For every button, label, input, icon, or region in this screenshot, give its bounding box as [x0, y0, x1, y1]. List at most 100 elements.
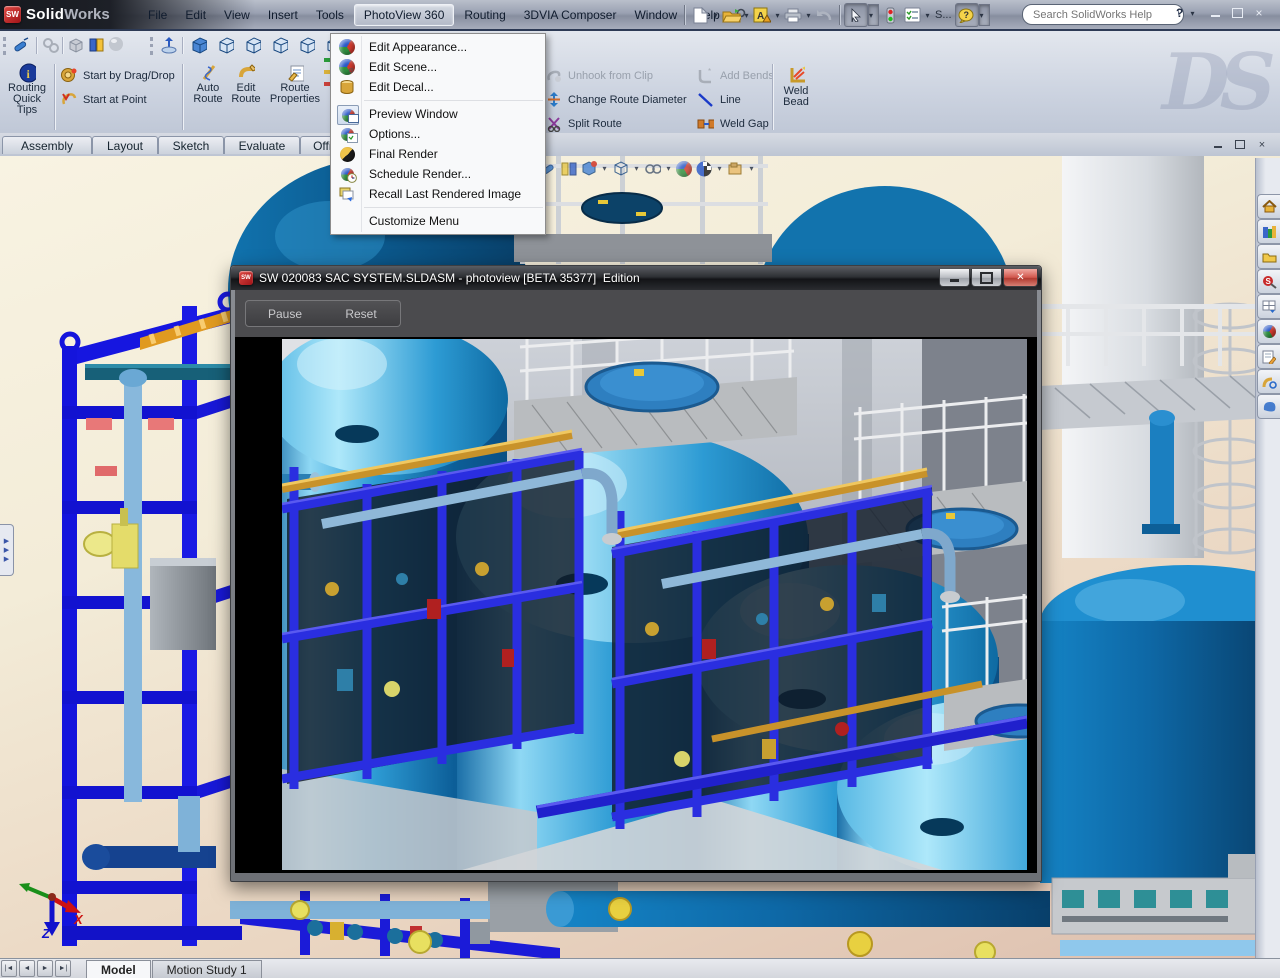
menu-item-edit-decal[interactable]: Edit Decal...: [331, 77, 545, 97]
tab-layout[interactable]: Layout: [92, 136, 158, 154]
change-route-diameter-button[interactable]: Change Route Diameter: [545, 91, 687, 108]
menu-routing[interactable]: Routing: [456, 4, 513, 26]
help-balloon-icon[interactable]: ?: [955, 3, 979, 27]
start-at-point-button[interactable]: Start at Point: [60, 91, 147, 108]
tab-motion-study-1[interactable]: Motion Study 1: [152, 960, 262, 978]
menu-item-schedule-render[interactable]: Schedule Render...: [331, 164, 545, 184]
task-tab-forum-icon[interactable]: [1257, 394, 1280, 419]
menu-insert[interactable]: Insert: [260, 4, 306, 26]
tab-model[interactable]: Model: [86, 960, 151, 978]
swap-gears-icon[interactable]: [42, 36, 59, 53]
preview-minimize-button[interactable]: [939, 269, 970, 287]
view-top-icon[interactable]: [298, 36, 315, 53]
undo-icon[interactable]: [813, 4, 835, 26]
sphere-icon[interactable]: [108, 36, 125, 53]
tab-evaluate[interactable]: Evaluate: [224, 136, 300, 154]
menu-item-preview-window[interactable]: Preview Window: [331, 104, 545, 124]
menu-item-options[interactable]: Options...: [331, 124, 545, 144]
rebuild-traffic-light-icon[interactable]: [879, 4, 901, 26]
camera-view-caret[interactable]: ▾: [747, 164, 756, 173]
menu-file[interactable]: File: [140, 4, 175, 26]
tab-sketch[interactable]: Sketch: [158, 136, 224, 154]
add-bends-button[interactable]: * Add Bends: [697, 67, 774, 84]
normal-to-icon[interactable]: [160, 36, 177, 53]
preview-maximize-button[interactable]: [971, 269, 1002, 287]
view-orientation-caret[interactable]: ▾: [600, 164, 609, 173]
view-left-icon[interactable]: [244, 36, 261, 53]
auto-route-button[interactable]: Auto Route: [188, 64, 228, 105]
task-tab-view-palette-icon[interactable]: [1257, 294, 1280, 319]
overflow-label[interactable]: S...: [932, 9, 955, 21]
shaded-cube-icon[interactable]: [67, 36, 84, 53]
view-right-icon[interactable]: [271, 36, 288, 53]
print-caret[interactable]: ▾: [804, 11, 813, 20]
routing-quick-tips-button[interactable]: i Routing Quick Tips: [4, 64, 50, 116]
appearances-icon[interactable]: [676, 161, 692, 177]
document-close-button[interactable]: ×: [1252, 137, 1272, 152]
menu-edit[interactable]: Edit: [177, 4, 214, 26]
options-caret[interactable]: ▾: [923, 11, 932, 20]
menu-view[interactable]: View: [216, 4, 258, 26]
publish-caret[interactable]: ▾: [773, 11, 782, 20]
new-document-icon[interactable]: [689, 4, 711, 26]
publish-edrawings-icon[interactable]: A: [751, 4, 773, 26]
display-style-caret[interactable]: ▾: [632, 164, 641, 173]
weld-bead-button[interactable]: Weld Bead: [776, 67, 816, 108]
scene-icon[interactable]: [695, 160, 712, 177]
edit-route-button[interactable]: Edit Route: [226, 64, 266, 105]
print-icon[interactable]: [782, 4, 804, 26]
tab-scroll-first-button[interactable]: |◄: [1, 960, 17, 977]
options-icon[interactable]: [901, 4, 923, 26]
window-minimize-button[interactable]: [1204, 5, 1226, 21]
menu-window[interactable]: Window: [626, 4, 685, 26]
open-document-icon[interactable]: [720, 4, 742, 26]
section-view-icon[interactable]: [560, 160, 577, 177]
new-document-caret[interactable]: ▾: [711, 11, 720, 20]
help-caret[interactable]: ▾: [1188, 9, 1197, 18]
menu-tools[interactable]: Tools: [308, 4, 352, 26]
measure-icon[interactable]: [88, 36, 105, 53]
open-document-caret[interactable]: ▾: [742, 11, 751, 20]
menu-item-final-render[interactable]: Final Render: [331, 144, 545, 164]
view-orientation-icon[interactable]: [580, 160, 597, 177]
select-arrow-icon[interactable]: [844, 3, 868, 27]
menu-item-customize-menu[interactable]: Customize Menu: [331, 211, 545, 231]
scene-caret[interactable]: ▾: [715, 164, 724, 173]
tab-scroll-prev-button[interactable]: ◄: [19, 960, 35, 977]
menu-photoview-360[interactable]: PhotoView 360: [354, 4, 455, 26]
route-properties-button[interactable]: Route Properties: [264, 64, 326, 105]
task-tab-file-explorer-icon[interactable]: [1257, 244, 1280, 269]
task-tab-appearances-icon[interactable]: [1257, 319, 1280, 344]
line-button[interactable]: Line: [697, 91, 741, 108]
unhook-from-clip-button[interactable]: Unhook from Clip: [545, 67, 653, 84]
tab-scroll-next-button[interactable]: ►: [37, 960, 53, 977]
view-back-icon[interactable]: [217, 36, 234, 53]
split-route-button[interactable]: Split Route: [545, 115, 622, 132]
menu-item-recall-last-rendered[interactable]: Recall Last Rendered Image: [331, 184, 545, 204]
document-restore-button[interactable]: [1230, 137, 1250, 152]
weld-gap-button[interactable]: Weld Gap: [697, 115, 769, 132]
tab-scroll-last-button[interactable]: ►|: [55, 960, 71, 977]
preview-close-button[interactable]: ✕: [1003, 269, 1038, 287]
task-tab-search-icon[interactable]: S: [1257, 269, 1280, 294]
task-tab-resources-icon[interactable]: [1257, 194, 1280, 219]
hide-show-items-icon[interactable]: [644, 160, 661, 177]
reset-button[interactable]: Reset: [322, 300, 401, 327]
photoview-preview-window[interactable]: SW SW 020083 SAC SYSTEM.SLDASM - photovi…: [230, 265, 1042, 882]
preview-window-titlebar[interactable]: SW SW 020083 SAC SYSTEM.SLDASM - photovi…: [231, 266, 1041, 290]
document-minimize-button[interactable]: [1208, 137, 1228, 152]
collapsed-feature-pane[interactable]: ▶▶▶: [0, 524, 14, 576]
window-close-button[interactable]: ×: [1248, 5, 1270, 21]
view-front-icon[interactable]: [190, 36, 207, 53]
hide-show-caret[interactable]: ▾: [664, 164, 673, 173]
start-by-dragdrop-button[interactable]: Start by Drag/Drop: [60, 67, 175, 84]
task-tab-design-library-icon[interactable]: [1257, 219, 1280, 244]
task-tab-custom-properties-icon[interactable]: [1257, 344, 1280, 369]
window-restore-button[interactable]: [1226, 5, 1248, 21]
menu-3dvia-composer[interactable]: 3DVIA Composer: [516, 4, 625, 26]
pause-button[interactable]: Pause: [245, 300, 325, 327]
menu-item-edit-scene[interactable]: ⚙ Edit Scene...: [331, 57, 545, 77]
camera-view-icon[interactable]: [727, 160, 744, 177]
help-menu[interactable]: ?: [1176, 6, 1183, 20]
smart-tool-icon[interactable]: [12, 36, 29, 53]
